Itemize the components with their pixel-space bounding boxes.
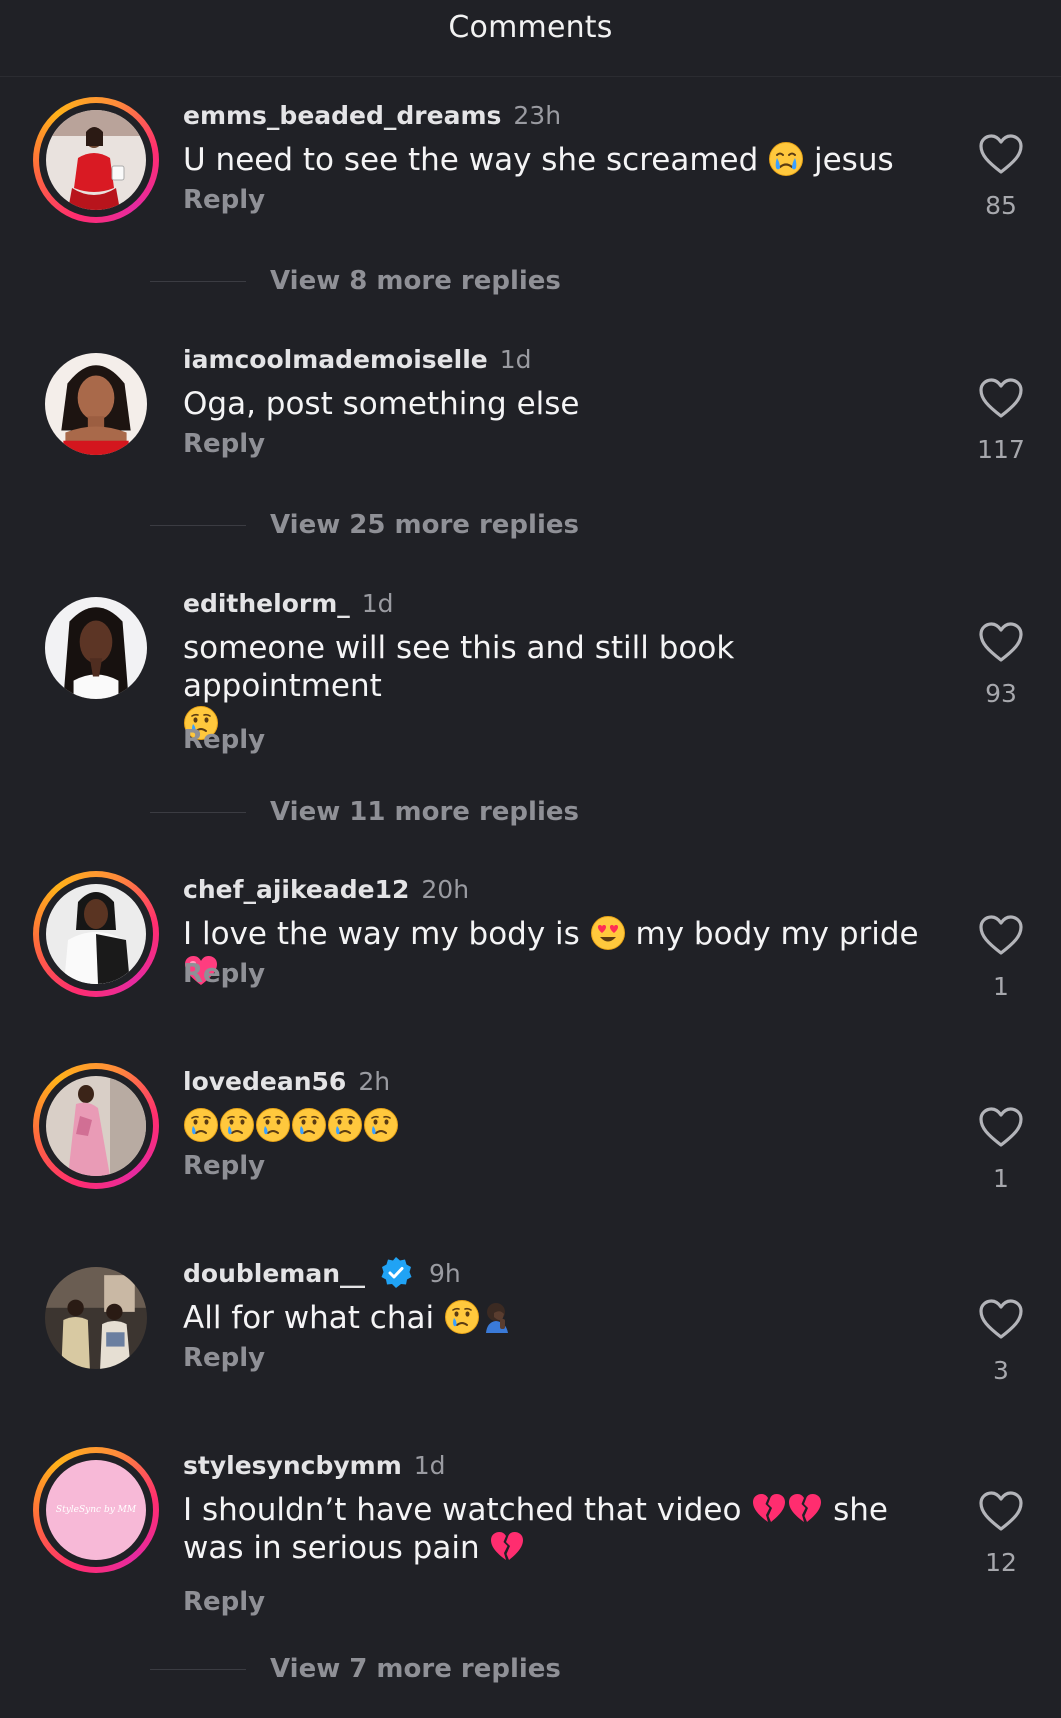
divider: [150, 524, 246, 526]
like-count: 1: [993, 972, 1009, 1001]
divider: [150, 811, 246, 813]
avatar[interactable]: [33, 1063, 159, 1189]
avatar[interactable]: StyleSync by MM: [33, 1447, 159, 1573]
woman-portrait-avatar-icon: [45, 597, 147, 699]
username[interactable]: chef_ajikeade12: [183, 875, 409, 904]
like-button[interactable]: 93: [970, 621, 1032, 708]
crying-face-icon: [327, 1107, 363, 1143]
loudly-crying-face-icon: [768, 141, 804, 177]
avatar[interactable]: [33, 341, 159, 467]
heart-eyes-face-icon: [590, 915, 626, 951]
timestamp: 23h: [513, 100, 562, 130]
view-replies-button[interactable]: View 7 more replies: [150, 1651, 561, 1687]
crying-face-icon: [255, 1107, 291, 1143]
reply-button[interactable]: Reply: [183, 185, 265, 215]
avatar[interactable]: [33, 97, 159, 223]
crying-face-icon: [183, 1107, 219, 1143]
avatar[interactable]: [33, 871, 159, 997]
timestamp: 2h: [358, 1066, 391, 1096]
broken-heart-icon: [751, 1491, 787, 1527]
like-button[interactable]: 3: [970, 1298, 1032, 1385]
comment-text: All for what chai: [183, 1299, 928, 1337]
heart-icon: [978, 133, 1024, 175]
like-button[interactable]: 117: [970, 377, 1032, 464]
comment-text: Oga, post something else: [183, 386, 580, 422]
timestamp: 1d: [413, 1450, 446, 1480]
like-count: 93: [985, 679, 1017, 708]
woman-red-dress-avatar-icon: [46, 110, 146, 210]
heart-icon: [978, 1106, 1024, 1148]
comment-text: U need to see the way she screamed jesus: [183, 141, 894, 178]
woman-portrait-avatar-icon: [45, 353, 147, 455]
broken-heart-icon: [787, 1491, 823, 1527]
reply-button[interactable]: Reply: [183, 429, 265, 459]
page-title: Comments: [448, 10, 613, 45]
heart-icon: [978, 377, 1024, 419]
view-replies-button[interactable]: View 8 more replies: [150, 263, 561, 299]
heart-icon: [978, 914, 1024, 956]
avatar[interactable]: [33, 1255, 159, 1381]
divider: [150, 1668, 246, 1670]
view-replies-button[interactable]: View 11 more replies: [150, 794, 579, 830]
like-count: 117: [977, 435, 1025, 464]
view-replies-button[interactable]: View 25 more replies: [150, 507, 579, 543]
reply-button[interactable]: Reply: [183, 725, 265, 755]
like-count: 12: [985, 1548, 1017, 1577]
comment-text: I shouldn’t have watched that video she …: [183, 1491, 888, 1566]
like-button[interactable]: 1: [970, 1106, 1032, 1193]
comment-text: [183, 1107, 928, 1145]
heart-icon: [978, 621, 1024, 663]
reply-button[interactable]: Reply: [183, 1587, 265, 1617]
like-button[interactable]: 1: [970, 914, 1032, 1001]
like-count: 1: [993, 1164, 1009, 1193]
like-button[interactable]: 85: [970, 133, 1032, 220]
timestamp: 1d: [499, 344, 532, 374]
brand-logo-text: StyleSync by MM: [55, 1505, 137, 1515]
facepalm-icon: [480, 1299, 516, 1335]
two-men-avatar-icon: [45, 1267, 147, 1369]
reply-button[interactable]: Reply: [183, 1343, 265, 1373]
woman-pink-dress-avatar-icon: [46, 1076, 146, 1176]
timestamp: 1d: [361, 588, 394, 618]
woman-black-white-outfit-avatar-icon: [46, 884, 146, 984]
comments-header: Comments: [0, 0, 1061, 77]
heart-icon: [978, 1298, 1024, 1340]
crying-face-icon: [291, 1107, 327, 1143]
verified-badge-icon: [381, 1257, 412, 1288]
like-count: 3: [993, 1356, 1009, 1385]
avatar[interactable]: [33, 585, 159, 711]
like-count: 85: [985, 191, 1017, 220]
username[interactable]: stylesyncbymm: [183, 1451, 402, 1480]
timestamp: 9h: [429, 1258, 461, 1288]
username[interactable]: iamcoolmademoiselle: [183, 345, 488, 374]
username[interactable]: lovedean56: [183, 1067, 346, 1096]
crying-face-icon: [444, 1299, 480, 1335]
crying-face-icon: [219, 1107, 255, 1143]
timestamp: 20h: [421, 874, 470, 904]
username[interactable]: emms_beaded_dreams: [183, 101, 501, 130]
comment-text: I love the way my body is my body my pri…: [183, 915, 928, 991]
reply-button[interactable]: Reply: [183, 959, 265, 989]
like-button[interactable]: 12: [970, 1490, 1032, 1577]
username[interactable]: doubleman__: [183, 1259, 365, 1288]
heart-icon: [978, 1490, 1024, 1532]
username[interactable]: edithelorm_: [183, 589, 350, 618]
divider: [150, 280, 246, 282]
reply-button[interactable]: Reply: [183, 1151, 265, 1181]
broken-heart-icon: [489, 1529, 525, 1565]
comment-text: someone will see this and still book app…: [183, 629, 928, 743]
crying-face-icon: [363, 1107, 399, 1143]
